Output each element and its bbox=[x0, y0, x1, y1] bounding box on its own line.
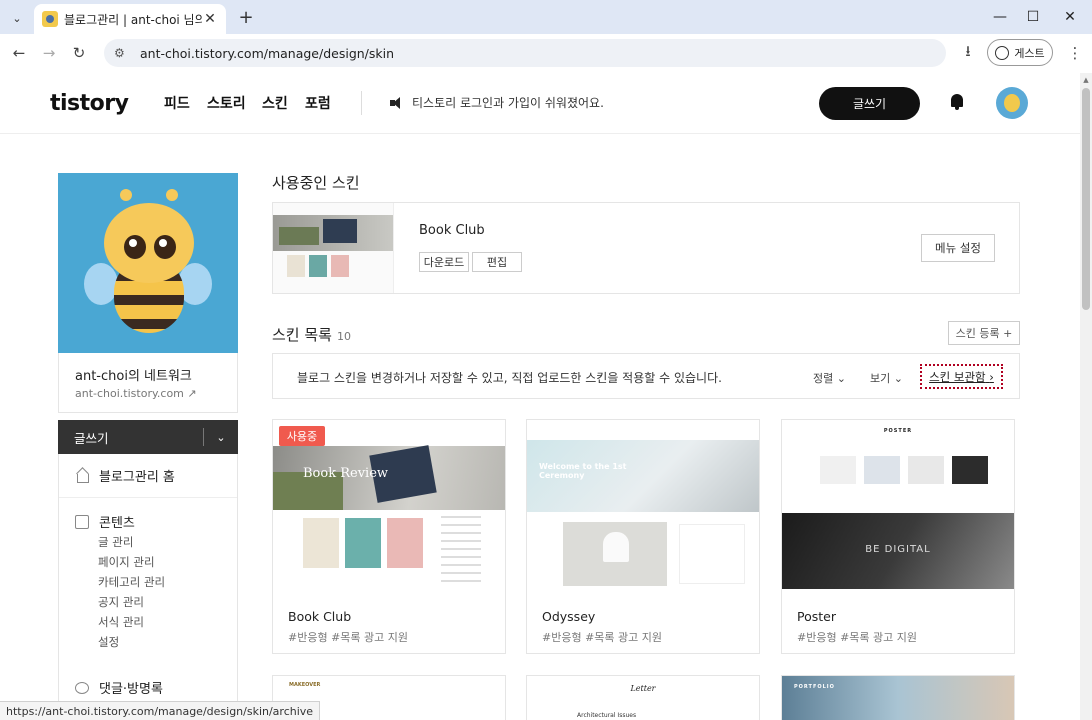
notice-text: 티스토리 로그인과 가입이 쉬워졌어요. bbox=[412, 96, 604, 110]
chevron-down-icon: ⌄ bbox=[836, 372, 846, 385]
skin-info-text: 블로그 스킨을 변경하거나 저장할 수 있고, 직접 업로드한 스킨을 적용할 … bbox=[297, 371, 722, 385]
view-dropdown[interactable]: 보기 ⌄ bbox=[870, 370, 903, 386]
status-bar-url: https://ant-choi.tistory.com/manage/desi… bbox=[0, 701, 321, 720]
sidebar-item-categories[interactable]: 카테고리 관리 bbox=[98, 574, 165, 590]
favicon-icon bbox=[42, 11, 58, 27]
scroll-up-icon[interactable]: ▲ bbox=[1080, 76, 1092, 86]
current-skin-title: 사용중인 스킨 bbox=[272, 174, 360, 192]
skin-list-title: 스킨 목록 10 bbox=[272, 326, 351, 344]
notification-bell-icon[interactable] bbox=[949, 93, 965, 111]
chevron-down-icon: ⌄ bbox=[893, 372, 903, 385]
address-bar[interactable]: ⚙ ant-choi.tistory.com/manage/design/ski… bbox=[104, 39, 946, 67]
sort-dropdown[interactable]: 정렬 ⌄ bbox=[813, 370, 846, 386]
current-skin-panel: Book Club 다운로드 편집 메뉴 설정 bbox=[272, 202, 1020, 294]
site-info-icon[interactable]: ⚙ bbox=[114, 46, 132, 60]
blog-name[interactable]: ant-choi의 네트워크 bbox=[75, 365, 192, 384]
skin-card-letter[interactable]: Letter Architectural Issues bbox=[526, 675, 760, 720]
sidebar-item-settings[interactable]: 설정 bbox=[98, 634, 119, 650]
sidebar-menu: 블로그관리 홈 콘텐츠 글 관리 페이지 관리 카테고리 관리 공지 관리 서식… bbox=[58, 454, 238, 720]
skin-card-odyssey[interactable]: Welcome to the 1st Ceremony Odyssey #반응형… bbox=[526, 419, 760, 654]
skin-tags: #반응형 #목록 광고 지원 bbox=[797, 631, 918, 644]
skin-name: Book Club bbox=[288, 609, 352, 624]
header-divider bbox=[361, 91, 362, 115]
skin-count: 10 bbox=[336, 330, 351, 343]
current-skin-thumbnail bbox=[273, 203, 394, 293]
skin-card-poster[interactable]: POSTER BE DIGITAL Poster #반응형 #목록 광고 지원 bbox=[781, 419, 1015, 654]
sidebar-item-notices[interactable]: 공지 관리 bbox=[98, 594, 144, 610]
browser-chrome: ⌄ 블로그관리 | ant-choi 님의 블로그 ✕ + — ☐ ✕ ← → … bbox=[0, 0, 1092, 72]
thumb-title: Book Review bbox=[303, 466, 389, 481]
new-tab-icon[interactable]: + bbox=[236, 7, 256, 28]
header-notice[interactable]: 티스토리 로그인과 가입이 쉬워졌어요. bbox=[390, 94, 604, 111]
thumb-title: BE DIGITAL bbox=[865, 544, 931, 555]
sidebar-item-templates[interactable]: 서식 관리 bbox=[98, 614, 144, 630]
skin-name: Poster bbox=[797, 609, 836, 624]
scrollbar-thumb[interactable] bbox=[1082, 88, 1090, 310]
skin-thumbnail: Welcome to the 1st Ceremony bbox=[527, 420, 759, 595]
sidebar-group-contents[interactable]: 콘텐츠 bbox=[75, 512, 135, 531]
current-skin-name: Book Club bbox=[419, 223, 485, 238]
maximize-icon[interactable]: ☐ bbox=[1013, 4, 1053, 30]
sidebar-group-comments[interactable]: 댓글·방명록 bbox=[75, 678, 163, 697]
browser-menu-icon[interactable]: ⋮ bbox=[1064, 42, 1086, 64]
download-icon[interactable]: ⭳ bbox=[957, 42, 979, 64]
close-window-icon[interactable]: ✕ bbox=[1050, 4, 1090, 30]
skin-card-bookclub[interactable]: Book Review 사용중 Book Club #반응형 #목록 광고 지원 bbox=[272, 419, 506, 654]
site-header: tistory 피드 스토리 스킨 포럼 티스토리 로그인과 가입이 쉬워졌어요… bbox=[0, 73, 1080, 134]
register-skin-button[interactable]: 스킨 등록 + bbox=[948, 321, 1020, 345]
blog-profile-image[interactable] bbox=[58, 173, 238, 353]
chevron-down-icon[interactable]: ⌄ bbox=[204, 431, 238, 444]
in-use-badge: 사용중 bbox=[279, 426, 325, 446]
edit-button[interactable]: 편집 bbox=[472, 252, 522, 272]
sidebar-write-label: 글쓰기 bbox=[74, 430, 109, 446]
profile-label: 게스트 bbox=[1014, 46, 1045, 60]
nav-feed[interactable]: 피드 bbox=[164, 93, 190, 113]
skin-tags: #반응형 #목록 광고 지원 bbox=[288, 631, 409, 644]
close-tab-icon[interactable]: ✕ bbox=[202, 11, 218, 27]
skin-name: Odyssey bbox=[542, 609, 596, 624]
download-button[interactable]: 다운로드 bbox=[419, 252, 469, 272]
browser-toolbar: ← → ↻ ⚙ ant-choi.tistory.com/manage/desi… bbox=[0, 34, 1092, 72]
external-link-icon: ↗ bbox=[187, 387, 197, 400]
skin-tags: #반응형 #목록 광고 지원 bbox=[542, 631, 663, 644]
thumb-header: POSTER bbox=[883, 428, 913, 434]
skin-thumbnail: Book Review 사용중 bbox=[273, 420, 505, 595]
document-icon bbox=[75, 514, 89, 529]
tistory-logo[interactable]: tistory bbox=[50, 91, 129, 116]
menu-settings-button[interactable]: 메뉴 설정 bbox=[921, 234, 995, 262]
comment-icon bbox=[75, 681, 89, 694]
blog-url[interactable]: ant-choi.tistory.com ↗ bbox=[75, 387, 197, 400]
sidebar-item-posts[interactable]: 글 관리 bbox=[98, 534, 133, 550]
nav-story[interactable]: 스토리 bbox=[207, 93, 246, 113]
blog-info: ant-choi의 네트워크 ant-choi.tistory.com ↗ bbox=[58, 353, 238, 413]
skin-archive-link[interactable]: 스킨 보관함 › bbox=[920, 364, 1003, 389]
tab-search-dropdown-icon[interactable]: ⌄ bbox=[6, 7, 28, 29]
browser-tab[interactable]: 블로그관리 | ant-choi 님의 블로그 ✕ bbox=[34, 4, 226, 34]
tab-strip: ⌄ 블로그관리 | ant-choi 님의 블로그 ✕ + — ☐ ✕ bbox=[0, 0, 1092, 34]
nav-skin[interactable]: 스킨 bbox=[262, 93, 288, 113]
profile-button[interactable]: 게스트 bbox=[987, 39, 1053, 66]
skin-info-bar: 블로그 스킨을 변경하거나 저장할 수 있고, 직접 업로드한 스킨을 적용할 … bbox=[272, 353, 1020, 399]
forward-icon[interactable]: → bbox=[38, 42, 60, 64]
reload-icon[interactable]: ↻ bbox=[68, 42, 90, 64]
home-icon bbox=[75, 469, 89, 483]
sidebar-write-button[interactable]: 글쓰기 ⌄ bbox=[58, 420, 238, 454]
skin-card-portfolio[interactable]: PORTFOLIO bbox=[781, 675, 1015, 720]
tab-title: 블로그관리 | ant-choi 님의 블로그 bbox=[64, 12, 202, 27]
write-button[interactable]: 글쓰기 bbox=[819, 87, 920, 120]
profile-icon bbox=[995, 45, 1010, 60]
thumb-title: Welcome to the 1st Ceremony bbox=[539, 462, 627, 480]
back-icon[interactable]: ← bbox=[8, 42, 30, 64]
nav-forum[interactable]: 포럼 bbox=[305, 93, 331, 113]
sidebar-item-pages[interactable]: 페이지 관리 bbox=[98, 554, 155, 570]
avatar[interactable] bbox=[996, 87, 1028, 119]
address-url: ant-choi.tistory.com/manage/design/skin bbox=[140, 45, 395, 61]
skin-thumbnail: POSTER BE DIGITAL bbox=[782, 420, 1014, 595]
speaker-icon bbox=[390, 96, 404, 109]
chevron-right-icon: › bbox=[989, 369, 994, 384]
sidebar-item-home[interactable]: 블로그관리 홈 bbox=[59, 454, 237, 498]
